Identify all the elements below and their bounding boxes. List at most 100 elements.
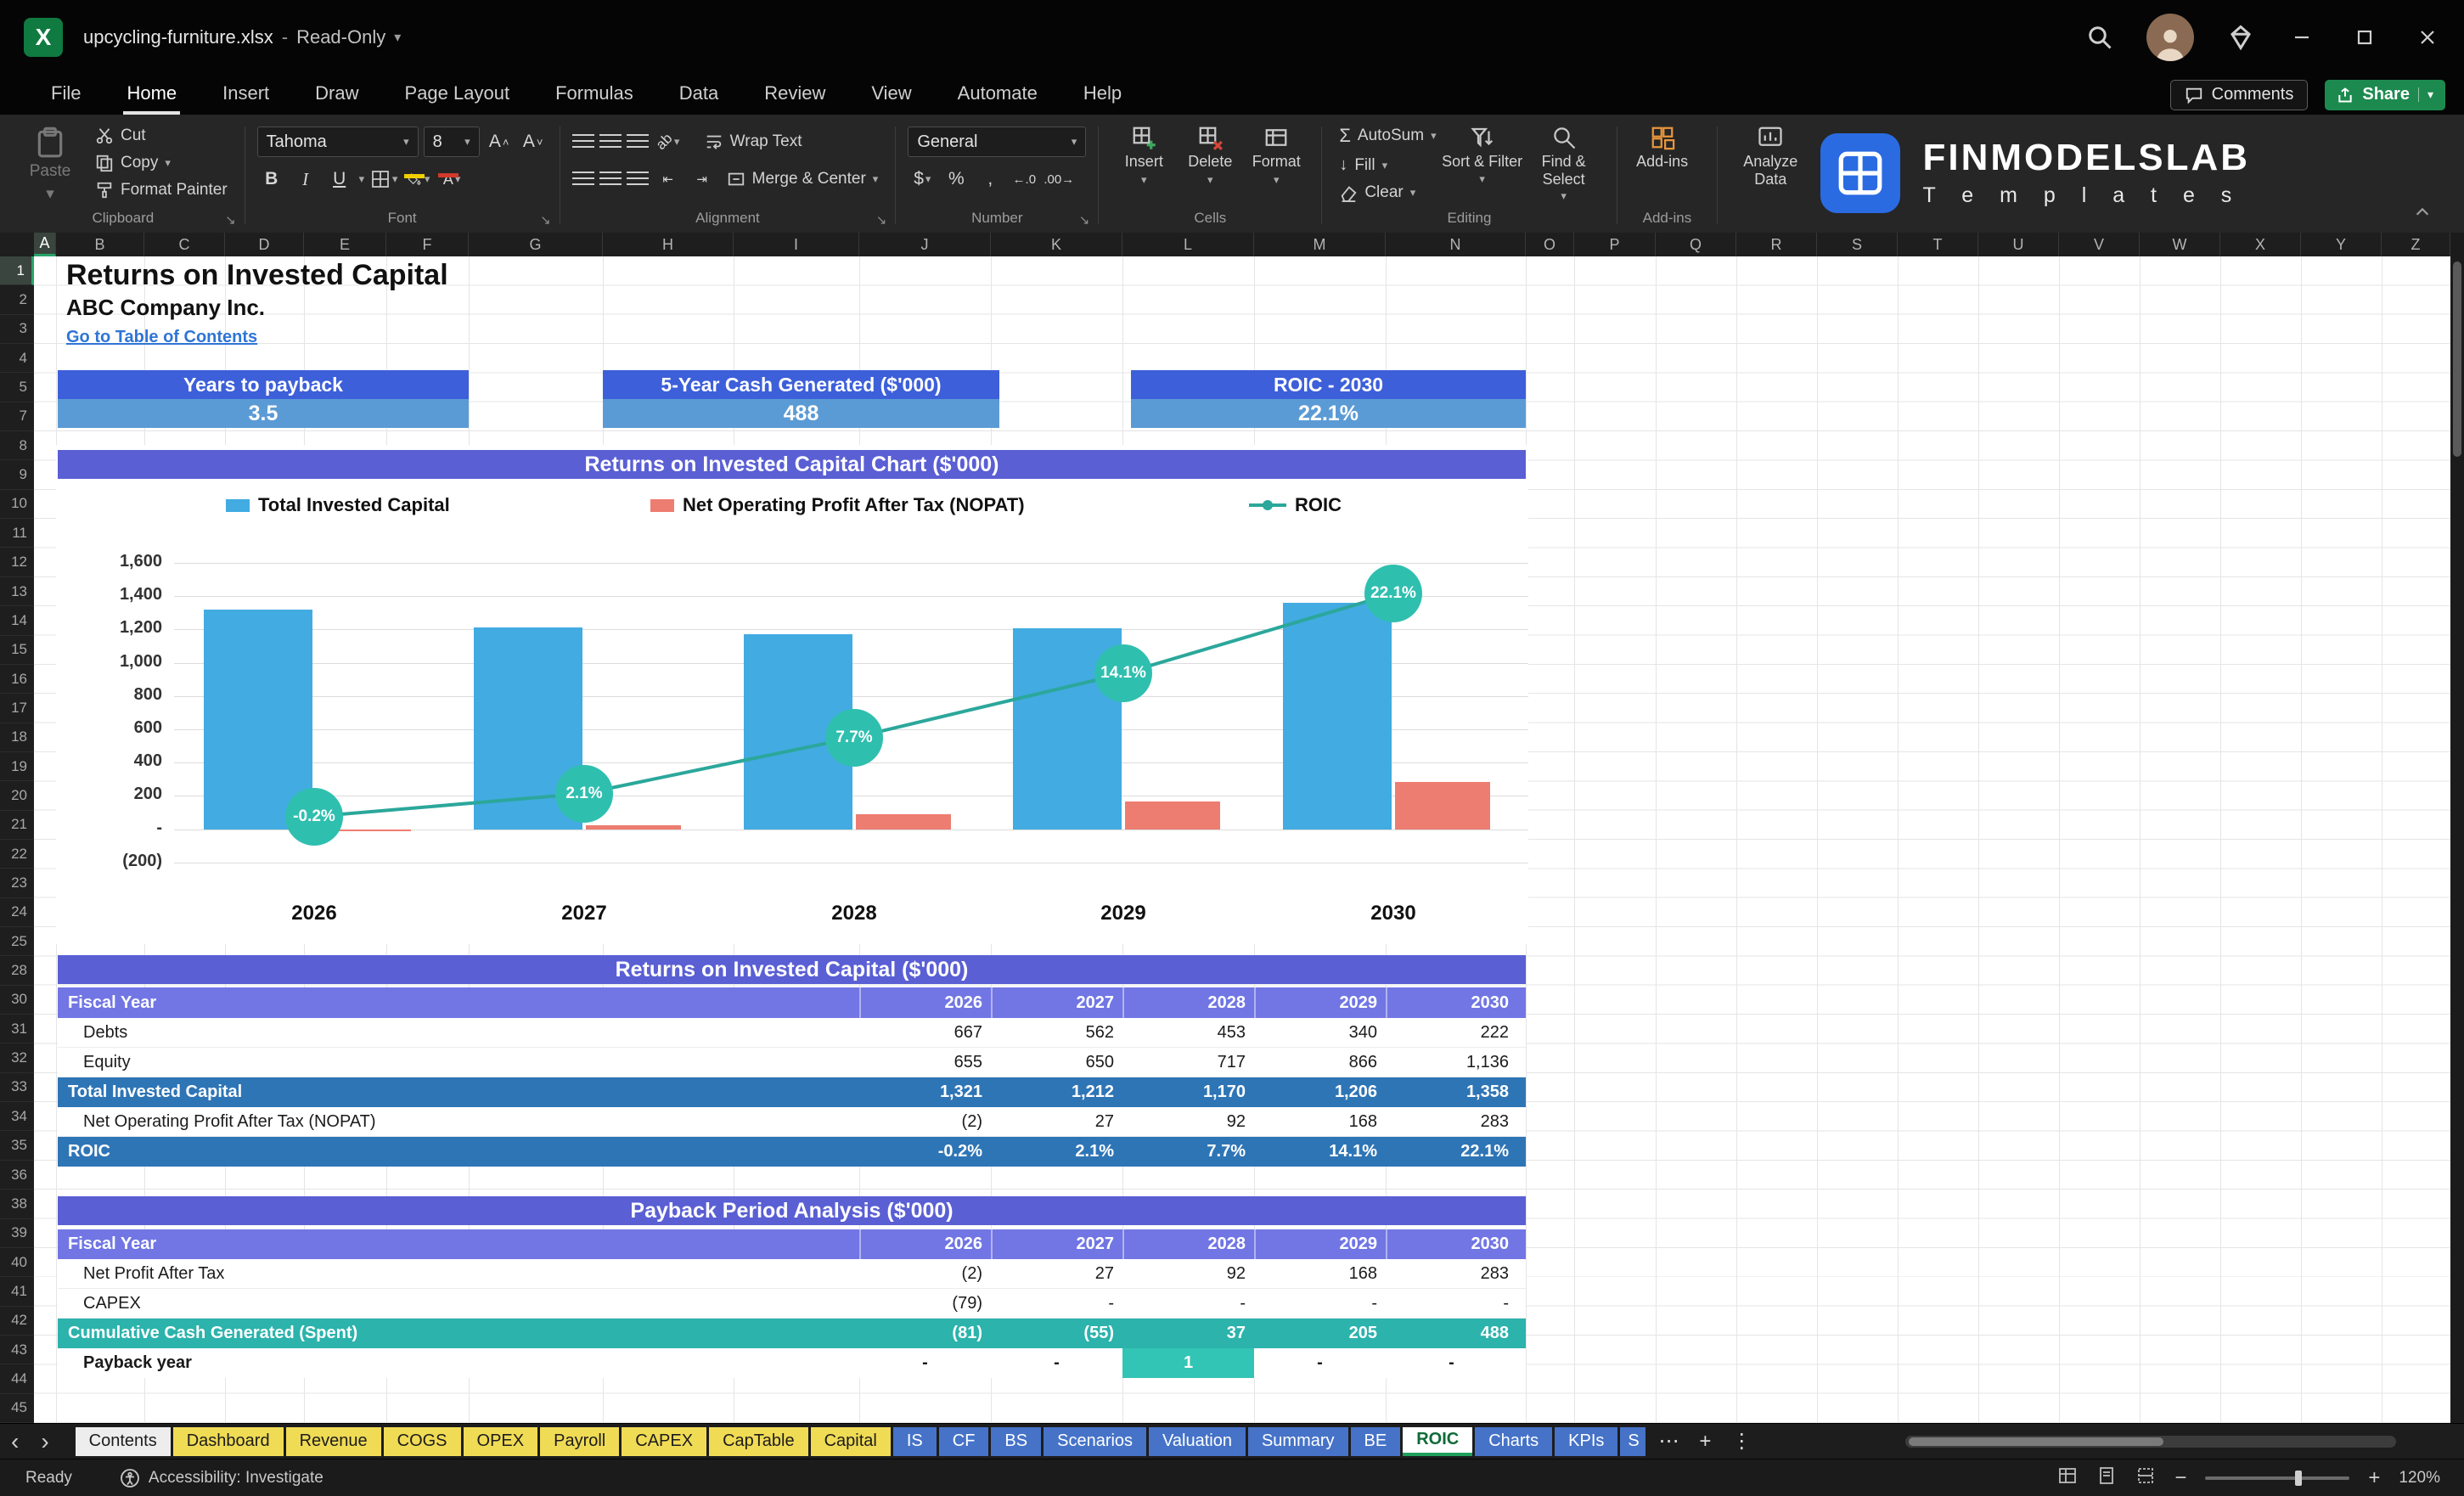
- column-header-S[interactable]: S: [1817, 233, 1898, 256]
- row-header-43[interactable]: 43: [0, 1336, 34, 1365]
- menu-tab-help[interactable]: Help: [1080, 75, 1125, 115]
- value-cell[interactable]: 168: [1254, 1259, 1386, 1288]
- comma-style-button[interactable]: ,: [976, 165, 1004, 194]
- zoom-slider-thumb[interactable]: [2294, 1470, 2302, 1486]
- kpi-value[interactable]: 488: [603, 399, 999, 428]
- tabs-scroll-left-icon[interactable]: ‹: [0, 1429, 30, 1454]
- sheet-tab-summary[interactable]: Summary: [1247, 1426, 1348, 1456]
- row-header-40[interactable]: 40: [0, 1248, 34, 1278]
- column-header-N[interactable]: N: [1386, 233, 1526, 256]
- align-right-icon[interactable]: [626, 172, 649, 187]
- row-header-8[interactable]: 8: [0, 431, 34, 461]
- align-left-icon[interactable]: [571, 172, 594, 187]
- sheet-tab-opex[interactable]: OPEX: [463, 1426, 538, 1456]
- sheet-tab-payroll[interactable]: Payroll: [540, 1426, 620, 1456]
- value-cell[interactable]: 205: [1254, 1319, 1386, 1348]
- value-cell[interactable]: 488: [1386, 1319, 1517, 1348]
- decrease-indent-button[interactable]: ⇤: [654, 165, 683, 194]
- row-label[interactable]: Total Invested Capital: [58, 1077, 859, 1107]
- value-cell[interactable]: 1,212: [991, 1077, 1122, 1107]
- italic-button[interactable]: I: [291, 165, 320, 194]
- row-label[interactable]: Cumulative Cash Generated (Spent): [58, 1319, 859, 1348]
- tab-options-icon[interactable]: ⋮: [1721, 1429, 1762, 1454]
- year-header-cell[interactable]: 2026: [859, 1229, 991, 1259]
- grow-font-button[interactable]: A ˄: [485, 127, 514, 156]
- delete-cells-button[interactable]: Delete ▾: [1177, 123, 1243, 187]
- accessibility-status[interactable]: Accessibility: Investigate: [120, 1468, 323, 1488]
- value-cell[interactable]: 340: [1254, 1018, 1386, 1047]
- value-cell[interactable]: (79): [859, 1289, 991, 1318]
- column-header-F[interactable]: F: [386, 233, 469, 256]
- value-cell[interactable]: 283: [1386, 1107, 1517, 1136]
- row-header-15[interactable]: 15: [0, 636, 34, 665]
- clear-button[interactable]: Clear ▾: [1334, 182, 1441, 204]
- value-cell[interactable]: -: [859, 1348, 991, 1378]
- autosum-button[interactable]: Σ AutoSum ▾: [1334, 123, 1441, 149]
- sheet-tab-kpis[interactable]: KPIs: [1555, 1426, 1618, 1456]
- new-sheet-button[interactable]: +: [1689, 1430, 1721, 1454]
- more-sheets-icon[interactable]: ⋯: [1648, 1429, 1689, 1454]
- value-cell[interactable]: -: [1122, 1289, 1254, 1318]
- bold-button[interactable]: B: [257, 165, 286, 194]
- insert-cells-button[interactable]: Insert ▾: [1111, 123, 1177, 187]
- value-cell[interactable]: 1: [1122, 1348, 1254, 1378]
- zoom-slider[interactable]: [2205, 1470, 2350, 1486]
- column-header-A[interactable]: A: [34, 233, 56, 256]
- accounting-format-button[interactable]: $ ▾: [908, 165, 937, 194]
- column-header-V[interactable]: V: [2059, 233, 2140, 256]
- share-button[interactable]: Share ▾: [2325, 79, 2445, 110]
- row-header-2[interactable]: 2: [0, 285, 34, 315]
- row-header-14[interactable]: 14: [0, 606, 34, 636]
- percent-style-button[interactable]: %: [942, 165, 970, 194]
- kpi-value[interactable]: 22.1%: [1131, 399, 1526, 428]
- row-header-22[interactable]: 22: [0, 840, 34, 869]
- kpi-value[interactable]: 3.5: [58, 399, 469, 428]
- year-header-cell[interactable]: 2029: [1254, 987, 1386, 1018]
- row-label[interactable]: Payback year: [58, 1348, 859, 1378]
- row-header-20[interactable]: 20: [0, 781, 34, 811]
- row-header-34[interactable]: 34: [0, 1102, 34, 1132]
- shrink-font-button[interactable]: A ˅: [519, 127, 548, 156]
- dialog-launcher-icon[interactable]: ↘: [1079, 212, 1090, 228]
- vertical-scrollbar-thumb[interactable]: [2453, 262, 2461, 457]
- value-cell[interactable]: -0.2%: [859, 1137, 991, 1167]
- chevron-down-icon[interactable]: ▾: [394, 29, 401, 46]
- font-size-select[interactable]: 8 ▾: [423, 127, 480, 157]
- row-header-11[interactable]: 11: [0, 519, 34, 548]
- collapse-ribbon-button[interactable]: [2413, 203, 2432, 226]
- year-header-cell[interactable]: 2028: [1122, 987, 1254, 1018]
- row-header-21[interactable]: 21: [0, 811, 34, 840]
- column-header-U[interactable]: U: [1978, 233, 2059, 256]
- align-bottom-icon[interactable]: [626, 134, 649, 149]
- menu-tab-file[interactable]: File: [48, 75, 84, 115]
- dialog-launcher-icon[interactable]: ↘: [540, 212, 551, 228]
- value-cell[interactable]: 562: [991, 1018, 1122, 1047]
- value-cell[interactable]: 2.1%: [991, 1137, 1122, 1167]
- value-cell[interactable]: 1,206: [1254, 1077, 1386, 1107]
- fill-color-button[interactable]: ▾: [403, 165, 432, 194]
- value-cell[interactable]: 14.1%: [1254, 1137, 1386, 1167]
- menu-tab-data[interactable]: Data: [676, 75, 722, 115]
- menu-tab-automate[interactable]: Automate: [954, 75, 1041, 115]
- value-cell[interactable]: 222: [1386, 1018, 1517, 1047]
- year-header-cell[interactable]: 2027: [991, 1229, 1122, 1259]
- format-cells-button[interactable]: Format ▾: [1243, 123, 1309, 187]
- column-header-K[interactable]: K: [991, 233, 1122, 256]
- year-header-cell[interactable]: 2029: [1254, 1229, 1386, 1259]
- row-label[interactable]: Net Profit After Tax: [58, 1259, 859, 1288]
- zoom-level[interactable]: 120%: [2399, 1469, 2440, 1488]
- column-header-G[interactable]: G: [469, 233, 603, 256]
- avatar[interactable]: [2146, 14, 2194, 61]
- row-header-10[interactable]: 10: [0, 490, 34, 520]
- row-header-9[interactable]: 9: [0, 460, 34, 490]
- toc-link[interactable]: Go to Table of Contents: [66, 328, 257, 347]
- menu-tab-view[interactable]: View: [868, 75, 914, 115]
- value-cell[interactable]: 1,358: [1386, 1077, 1517, 1107]
- align-middle-icon[interactable]: [599, 134, 622, 149]
- value-cell[interactable]: 168: [1254, 1107, 1386, 1136]
- menu-tab-page-layout[interactable]: Page Layout: [402, 75, 514, 115]
- row-header-42[interactable]: 42: [0, 1307, 34, 1336]
- row-header-39[interactable]: 39: [0, 1219, 34, 1248]
- kpi-label[interactable]: ROIC - 2030: [1131, 370, 1526, 399]
- year-header-cell[interactable]: 2028: [1122, 1229, 1254, 1259]
